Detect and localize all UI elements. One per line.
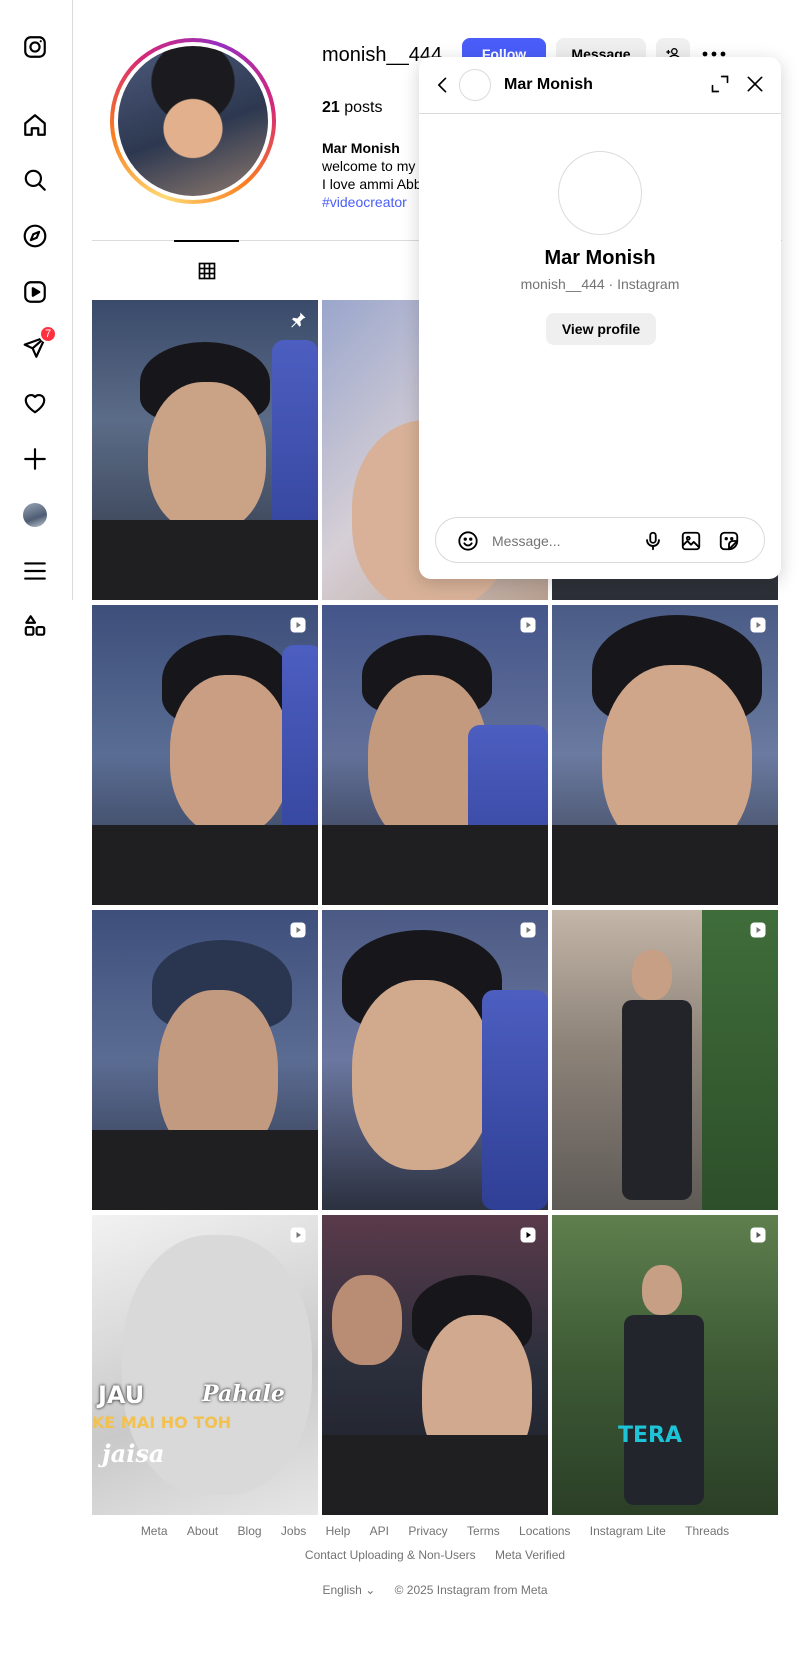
posts-count: 21 posts (322, 99, 383, 117)
footer-links-row: Meta About Blog Jobs Help API Privacy Te… (92, 1519, 778, 1543)
post-caption: TERA (618, 1423, 683, 1448)
bio-line: I love ammi Abb (322, 176, 422, 192)
post-tile[interactable] (92, 605, 318, 905)
footer-links: Meta About Blog Jobs Help API Privacy Te… (92, 1519, 778, 1567)
tab-posts-grid[interactable] (174, 240, 239, 299)
reel-icon (518, 920, 538, 940)
search-icon[interactable] (21, 166, 49, 194)
chat-profile-name: Mar Monish (544, 247, 656, 269)
view-profile-button[interactable]: View profile (546, 313, 656, 345)
post-tile[interactable]: TERA (552, 1215, 778, 1515)
profile-avatar-nav[interactable] (21, 501, 49, 529)
post-tile[interactable] (552, 910, 778, 1210)
instagram-logo-icon[interactable] (21, 33, 49, 61)
reels-icon[interactable] (21, 278, 49, 306)
footer-link-help[interactable]: Help (326, 1524, 351, 1538)
profile-full-name: Mar Monish (322, 140, 400, 156)
reel-icon (748, 920, 768, 940)
footer-links-row: Contact Uploading & Non-Users Meta Verif… (92, 1543, 778, 1567)
bio-line: welcome to my (322, 158, 416, 174)
message-composer (435, 517, 765, 563)
footer-link-locations[interactable]: Locations (519, 1524, 570, 1538)
chat-profile-subtitle: monish__444 · Instagram (520, 276, 680, 292)
chat-header: Mar Monish (419, 57, 781, 114)
home-icon[interactable] (21, 111, 49, 139)
reel-icon (288, 1225, 308, 1245)
language-label: English (322, 1583, 362, 1597)
left-sidebar: 7 (0, 0, 73, 636)
back-arrow-icon[interactable] (431, 73, 455, 97)
post-tile[interactable] (322, 1215, 548, 1515)
footer-link-threads[interactable]: Threads (685, 1524, 729, 1538)
post-caption: KE MAI HO TOH (92, 1413, 232, 1432)
post-tile[interactable]: JAU Pahale KE MAI HO TOH jaisa (92, 1215, 318, 1515)
posts-count-label: posts (344, 99, 383, 116)
profile-picture (118, 46, 268, 196)
close-icon[interactable] (743, 72, 767, 96)
post-tile[interactable] (92, 300, 318, 600)
profile-bio: Mar Monish welcome to my I love ammi Abb… (322, 139, 432, 211)
profile-picture-story-ring[interactable] (110, 38, 276, 204)
reel-icon (748, 615, 768, 635)
also-from-meta-icon[interactable] (21, 612, 49, 640)
reel-icon (288, 920, 308, 940)
footer-link-privacy[interactable]: Privacy (408, 1524, 447, 1538)
reel-icon (748, 1225, 768, 1245)
notification-badge: 7 (39, 325, 57, 343)
chevron-down-icon: ⌄ (365, 1583, 376, 1597)
microphone-icon[interactable] (641, 529, 665, 553)
emoji-icon[interactable] (456, 529, 480, 553)
sticker-icon[interactable] (717, 529, 741, 553)
reel-icon (518, 1225, 538, 1245)
expand-icon[interactable] (708, 72, 732, 96)
post-tile[interactable] (92, 910, 318, 1210)
grid-icon (198, 262, 215, 279)
chat-profile-avatar[interactable] (558, 151, 642, 235)
notifications-heart-icon[interactable] (21, 389, 49, 417)
post-caption: Pahale (202, 1381, 285, 1407)
footer-link-meta-verified[interactable]: Meta Verified (495, 1548, 565, 1562)
footer-link-instagram-lite[interactable]: Instagram Lite (590, 1524, 666, 1538)
chat-header-name[interactable]: Mar Monish (504, 76, 593, 94)
bio-hashtag-link[interactable]: #videocreator (322, 193, 432, 211)
post-tile[interactable] (322, 605, 548, 905)
pin-icon (288, 310, 308, 330)
chat-popup: Mar Monish Mar Monish monish__444 · Inst… (419, 57, 781, 579)
language-selector[interactable]: English ⌄ (322, 1583, 378, 1597)
footer-link-terms[interactable]: Terms (467, 1524, 500, 1538)
chat-avatar[interactable] (459, 69, 491, 101)
more-menu-icon[interactable] (21, 557, 49, 585)
post-caption: jaisa (102, 1439, 165, 1468)
post-tile[interactable] (322, 910, 548, 1210)
copyright: © 2025 Instagram from Meta (394, 1583, 548, 1597)
reel-icon (288, 615, 308, 635)
footer-link-blog[interactable]: Blog (238, 1524, 262, 1538)
image-upload-icon[interactable] (679, 529, 703, 553)
post-tile[interactable] (552, 605, 778, 905)
posts-count-number: 21 (322, 99, 340, 116)
reel-icon (518, 615, 538, 635)
footer-link-jobs[interactable]: Jobs (281, 1524, 306, 1538)
message-input[interactable] (492, 530, 642, 552)
footer-link-contact-uploading[interactable]: Contact Uploading & Non-Users (305, 1548, 476, 1562)
avatar (23, 503, 47, 527)
create-plus-icon[interactable] (21, 445, 49, 473)
footer-link-about[interactable]: About (187, 1524, 218, 1538)
messages-icon[interactable]: 7 (21, 325, 57, 361)
explore-compass-icon[interactable] (21, 222, 49, 250)
footer-link-meta[interactable]: Meta (141, 1524, 168, 1538)
post-caption: JAU (98, 1381, 145, 1409)
footer-link-api[interactable]: API (370, 1524, 389, 1538)
footer-bottom: English ⌄ © 2025 Instagram from Meta (92, 1583, 778, 1597)
